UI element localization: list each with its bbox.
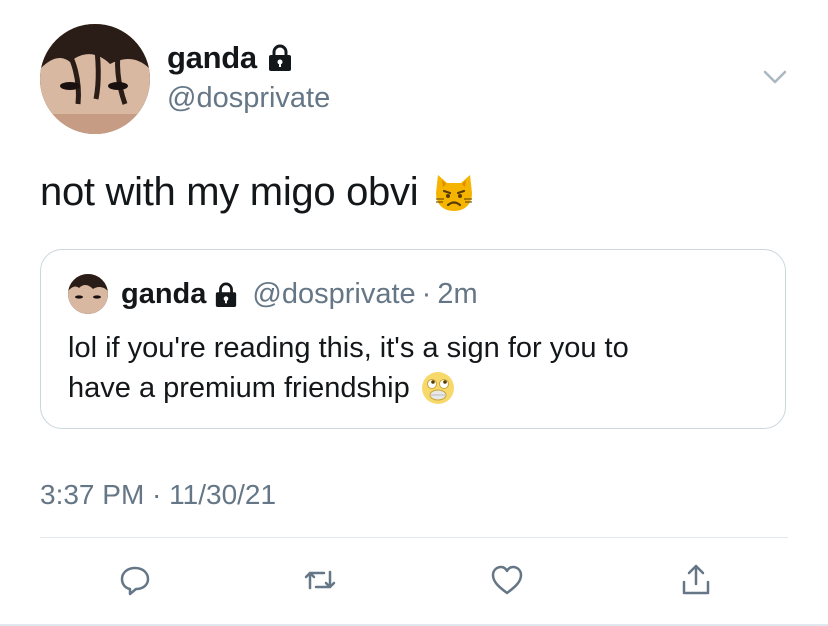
retweet-icon (304, 570, 336, 590)
pouting-cat-emoji (436, 174, 473, 211)
reply-icon (120, 566, 150, 596)
quoted-avatar (68, 274, 108, 314)
share-button[interactable] (676, 560, 716, 600)
chevron-down-icon[interactable] (762, 66, 788, 88)
action-bar (0, 560, 828, 604)
lock-icon (268, 44, 291, 71)
like-button[interactable] (487, 560, 527, 600)
share-icon (682, 564, 710, 595)
quoted-author-handle: @dosprivate (252, 278, 416, 310)
quoted-text-line1: lol if you're reading this, it's a sign … (68, 332, 629, 364)
quoted-header: ganda @dosprivate · 2m (121, 278, 478, 311)
divider (40, 537, 788, 538)
tweet-text: not with my migo obvi (40, 170, 476, 215)
quoted-time: 2m (437, 278, 478, 310)
quoted-author-name: ganda (121, 278, 207, 310)
author-name-row: ganda (167, 40, 293, 76)
quoted-text-line2-wrap: have a premium friendship (68, 368, 768, 408)
retweet-button[interactable] (300, 560, 340, 600)
tweet-timestamp[interactable]: 3:37 PM · 11/30/21 (40, 479, 276, 511)
quoted-tweet[interactable]: ganda @dosprivate · 2m lol if you're rea… (40, 249, 786, 429)
author-handle[interactable]: @dosprivate (167, 82, 330, 115)
reply-button[interactable] (115, 560, 155, 600)
tweet-body: not with my migo obvi (40, 170, 419, 214)
face-with-rolling-eyes-emoji (421, 372, 454, 404)
lock-icon (216, 282, 237, 307)
avatar[interactable] (40, 24, 150, 134)
heart-icon (491, 565, 523, 595)
separator-dot: · (421, 278, 432, 310)
quoted-text-line2: have a premium friendship (68, 372, 410, 404)
quoted-text: lol if you're reading this, it's a sign … (68, 328, 768, 408)
author-name[interactable]: ganda (167, 40, 257, 76)
